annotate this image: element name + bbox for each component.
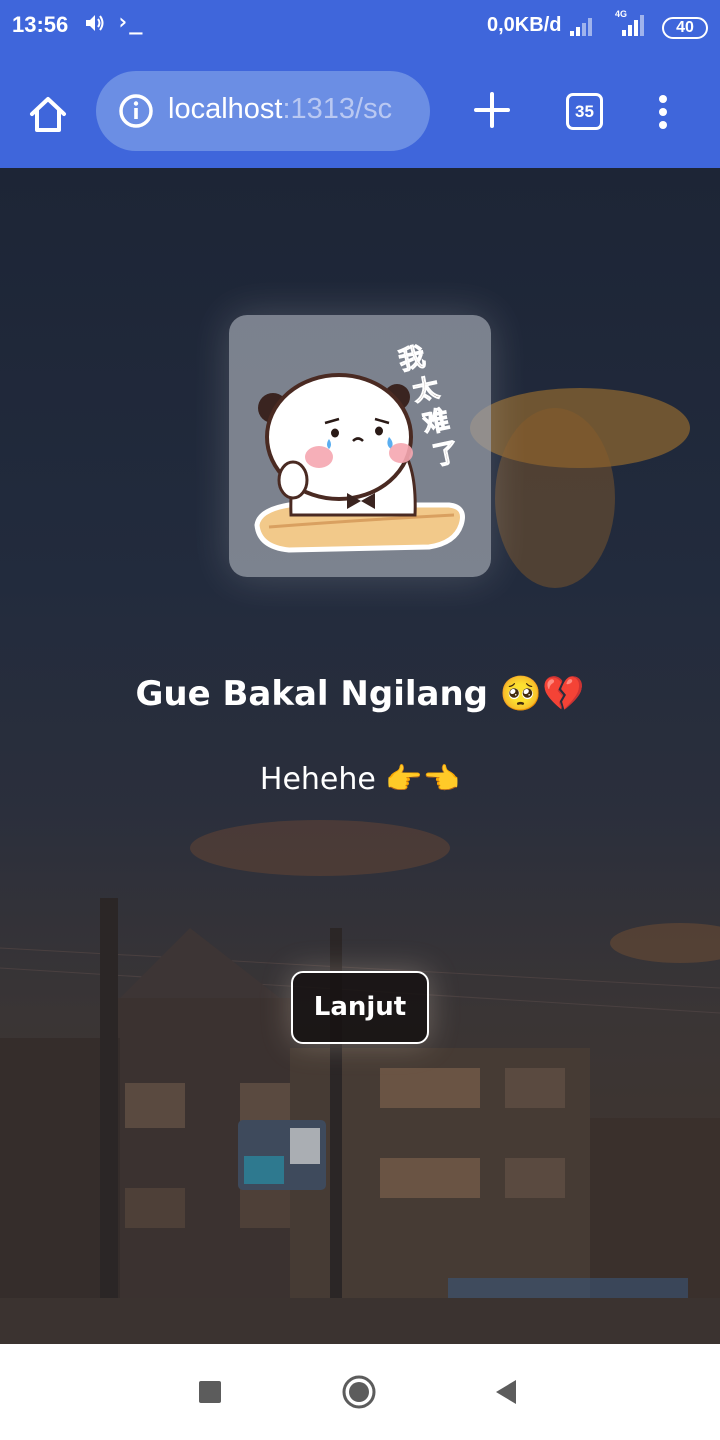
back-triangle-icon[interactable]	[494, 1378, 518, 1406]
svg-text:难: 难	[420, 405, 452, 440]
info-icon[interactable]	[118, 93, 154, 129]
plus-icon[interactable]	[472, 90, 512, 130]
page-title: Gue Bakal Ngilang 🥺💔	[135, 674, 585, 714]
signal-4g-icon	[622, 15, 644, 36]
svg-text:我: 我	[396, 342, 428, 377]
address-bar[interactable]: localhost:1313/sc	[96, 71, 430, 151]
more-vert-icon[interactable]	[656, 94, 670, 130]
volume-icon	[86, 15, 104, 31]
battery-indicator: 40	[662, 17, 708, 39]
square-icon[interactable]	[199, 1381, 221, 1403]
url-path: :1313/sc	[282, 93, 393, 125]
tab-switcher-button[interactable]: 35	[566, 93, 603, 130]
continue-button[interactable]: Lanjut	[291, 971, 429, 1044]
sticker-card: 我 太 难 了	[229, 315, 491, 577]
home-icon[interactable]	[26, 92, 70, 136]
terminal-icon: ›_	[116, 10, 143, 35]
page-subtitle: Hehehe 👉👈	[259, 762, 461, 797]
page-content: 我 太 难 了 Gue Bakal Ngilang 🥺💔 Hehehe 👉👈 L…	[0, 168, 720, 1344]
svg-text:太: 太	[410, 373, 443, 408]
url-host: localhost	[168, 93, 283, 125]
data-rate: 0,0KB/d	[487, 14, 562, 36]
signal-icon	[570, 18, 592, 36]
circle-icon[interactable]	[342, 1375, 376, 1409]
status-time: 13:56	[12, 12, 69, 37]
panda-sticker-image: 我 太 难 了	[254, 342, 465, 553]
status-bar: 13:56 ›_ 0,0KB/d 4G 40	[0, 0, 720, 56]
url-text[interactable]: localhost:1313/sc	[168, 93, 392, 126]
browser-toolbar: localhost:1313/sc 35	[0, 56, 720, 168]
svg-text:了: 了	[430, 437, 462, 472]
system-nav-bar	[0, 1344, 720, 1440]
